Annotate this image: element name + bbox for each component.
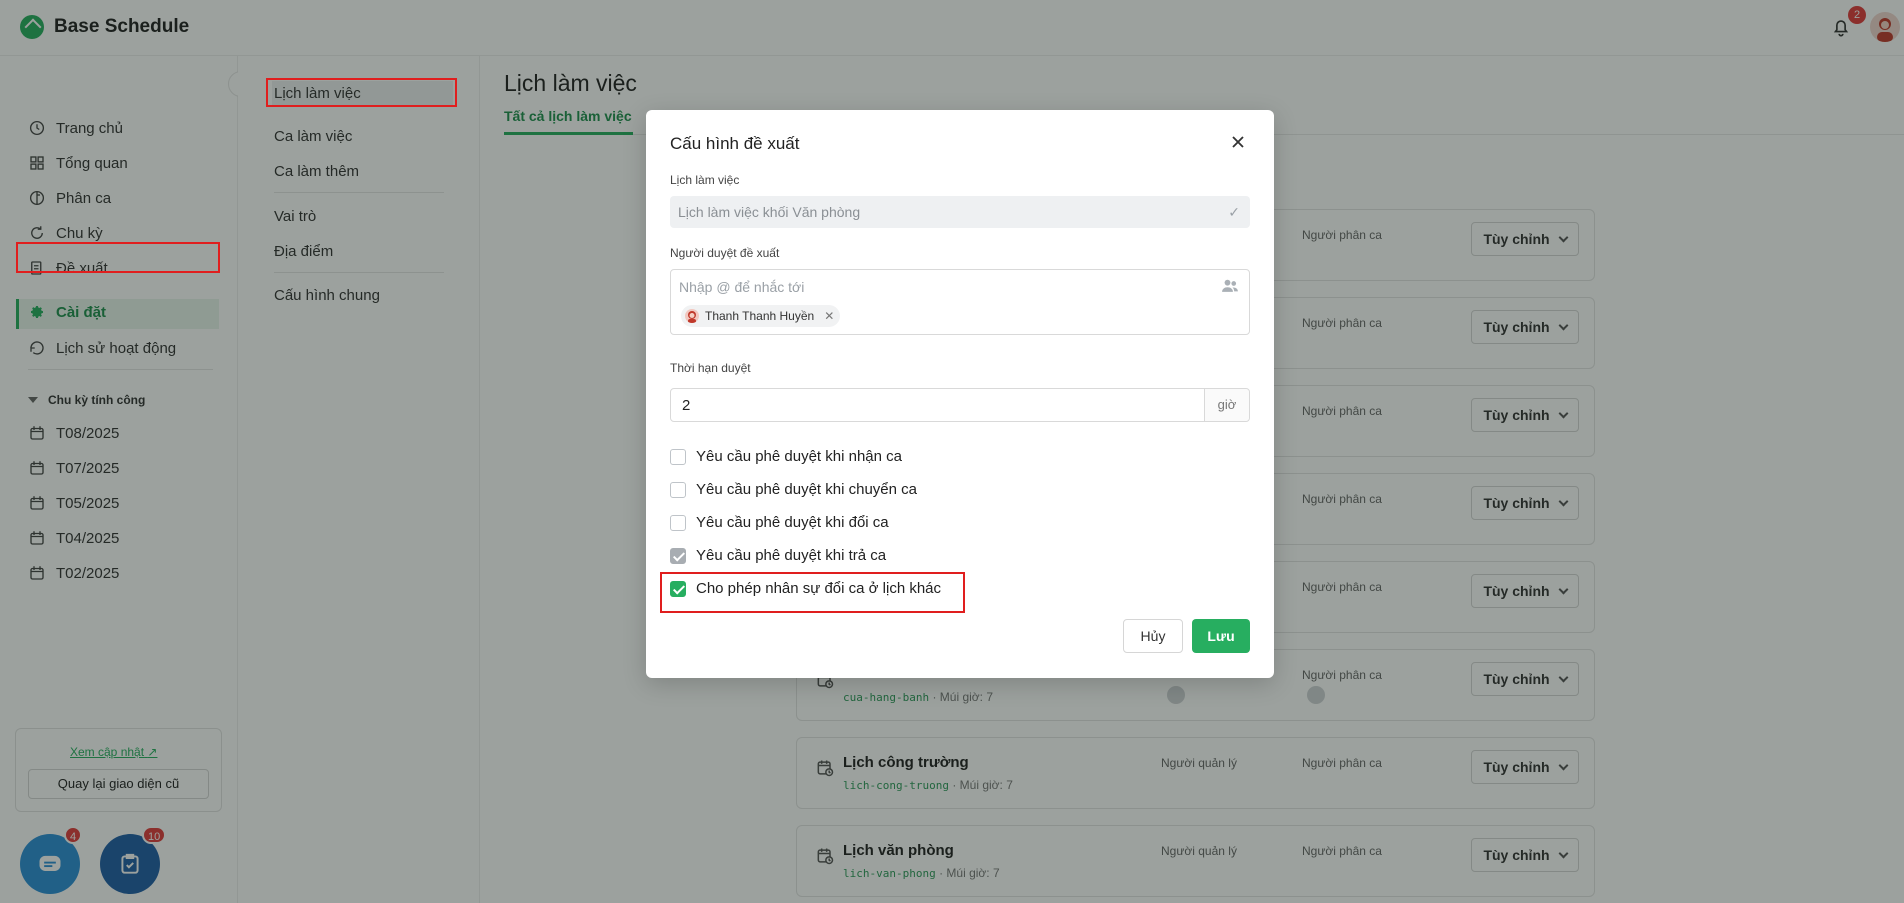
approver-placeholder: Nhập @ để nhắc tới <box>679 279 805 295</box>
approver-name: Thanh Thanh Huyền <box>705 309 815 323</box>
check-icon: ✓ <box>1228 204 1240 220</box>
schedule-field-label: Lịch làm việc <box>670 173 740 187</box>
approve-receive-shift-checkbox[interactable]: Yêu cầu phê duyệt khi nhận ca <box>670 448 902 465</box>
checkbox-label: Yêu cầu phê duyệt khi đổi ca <box>696 514 889 531</box>
approve-swap-shift-checkbox[interactable]: Yêu cầu phê duyệt khi đổi ca <box>670 514 889 531</box>
deadline-field-label: Thời hạn duyệt <box>670 361 751 375</box>
schedule-select-value: Lịch làm việc khối Văn phòng <box>678 204 861 220</box>
checkbox-box[interactable] <box>670 514 686 531</box>
approve-return-shift-checkbox: Yêu cầu phê duyệt khi trả ca <box>670 547 886 564</box>
checkbox-label: Yêu cầu phê duyệt khi trả ca <box>696 547 887 564</box>
dialog-title: Cấu hình đề xuất <box>670 134 800 153</box>
deadline-value: 2 <box>682 397 691 414</box>
highlight-cross-schedule-option <box>660 572 965 613</box>
deadline-unit: giờ <box>1204 389 1249 421</box>
checkbox-label: Yêu cầu phê duyệt khi nhận ca <box>696 448 902 465</box>
approver-avatar <box>685 309 699 323</box>
approver-mention-input[interactable]: Nhập @ để nhắc tới Thanh Thanh Huyền ✕ <box>670 269 1250 335</box>
checkbox-box[interactable] <box>670 481 686 498</box>
highlight-schedules <box>266 78 457 107</box>
users-icon[interactable] <box>1220 276 1240 296</box>
cancel-button[interactable]: Hủy <box>1123 619 1183 653</box>
close-icon[interactable] <box>1228 132 1248 152</box>
schedule-select: Lịch làm việc khối Văn phòng ✓ <box>670 196 1250 228</box>
highlight-settings <box>16 242 220 273</box>
deadline-input[interactable]: 2 giờ <box>670 388 1250 422</box>
approve-transfer-shift-checkbox[interactable]: Yêu cầu phê duyệt khi chuyển ca <box>670 481 917 498</box>
checkbox-box[interactable] <box>670 448 686 465</box>
checkbox-box <box>670 547 686 564</box>
approver-chip[interactable]: Thanh Thanh Huyền ✕ <box>681 305 841 327</box>
approver-field-label: Người duyệt đề xuất <box>670 246 780 260</box>
checkbox-label: Yêu cầu phê duyệt khi chuyển ca <box>696 481 917 498</box>
remove-chip-icon[interactable]: ✕ <box>824 309 834 323</box>
save-button[interactable]: Lưu <box>1192 619 1250 653</box>
